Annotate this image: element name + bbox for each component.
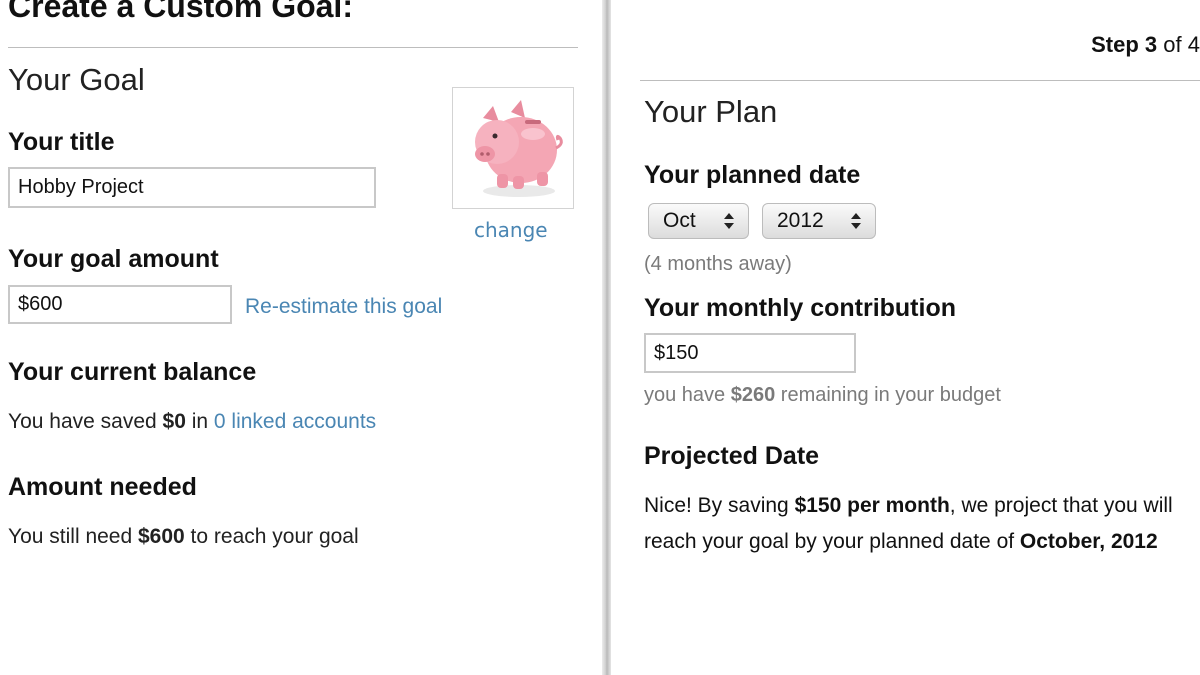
- month-select[interactable]: Oct: [648, 203, 749, 239]
- up-down-arrows-icon: [724, 213, 734, 229]
- month-select-value: Oct: [663, 209, 696, 232]
- budget-amount: $260: [730, 384, 776, 406]
- step-separator: of: [1157, 32, 1188, 57]
- piggy-bank-icon: [475, 100, 563, 197]
- title-divider: [8, 47, 578, 48]
- year-select[interactable]: 2012: [762, 203, 876, 239]
- monthly-contribution-label: Your monthly contribution: [644, 294, 956, 322]
- projected-bold: $150 per month: [794, 494, 950, 517]
- step-current: 3: [1144, 32, 1158, 57]
- goal-image-frame[interactable]: [452, 87, 574, 209]
- budget-pre: you have: [644, 384, 731, 406]
- page-title: Create a Custom Goal:: [8, 0, 353, 24]
- projected-pre: Nice! By saving: [644, 494, 795, 517]
- plan-divider: [640, 80, 1200, 81]
- linked-accounts-link[interactable]: 0 linked accounts: [214, 410, 376, 433]
- balance-pre: You have saved: [8, 410, 163, 433]
- months-away-text: (4 months away): [644, 253, 792, 275]
- budget-post: remaining in your budget: [775, 384, 1001, 406]
- reestimate-goal-link[interactable]: Re-estimate this goal: [245, 295, 442, 319]
- amount-needed-text: You still need $600 to reach your goal: [8, 525, 359, 549]
- goal-amount-label: Your goal amount: [8, 245, 219, 273]
- plan-section-title: Your Plan: [644, 94, 778, 129]
- needed-pre: You still need: [8, 525, 138, 548]
- year-select-value: 2012: [777, 209, 824, 232]
- projected-date-value: October, 2012: [1019, 530, 1158, 553]
- current-balance-text: You have saved $0 in 0 linked accounts: [8, 410, 376, 434]
- change-image-link[interactable]: change: [474, 218, 548, 242]
- projected-date-text: Nice! By saving $150 per month, we proje…: [644, 488, 1199, 560]
- amount-needed-label: Amount needed: [8, 473, 197, 501]
- balance-mid: in: [185, 410, 214, 433]
- planned-date-label: Your planned date: [644, 161, 861, 189]
- goal-title-input[interactable]: [8, 167, 376, 208]
- projected-date-label: Projected Date: [644, 442, 820, 470]
- current-balance-label: Your current balance: [8, 358, 257, 386]
- monthly-contribution-input[interactable]: [644, 333, 856, 373]
- goal-amount-input[interactable]: [8, 285, 232, 324]
- panel-divider: [602, 0, 611, 675]
- step-indicator: Step 3 of 4: [1091, 32, 1200, 58]
- needed-amount: $600: [138, 525, 185, 548]
- goal-title-label: Your title: [8, 128, 115, 156]
- step-prefix: Step: [1091, 32, 1145, 57]
- goal-section-title: Your Goal: [8, 62, 145, 97]
- needed-post: to reach your goal: [184, 525, 359, 548]
- budget-remaining-text: you have $260 remaining in your budget: [644, 384, 1001, 407]
- step-total: 4: [1187, 32, 1200, 57]
- balance-amount: $0: [162, 410, 186, 433]
- up-down-arrows-icon: [851, 213, 861, 229]
